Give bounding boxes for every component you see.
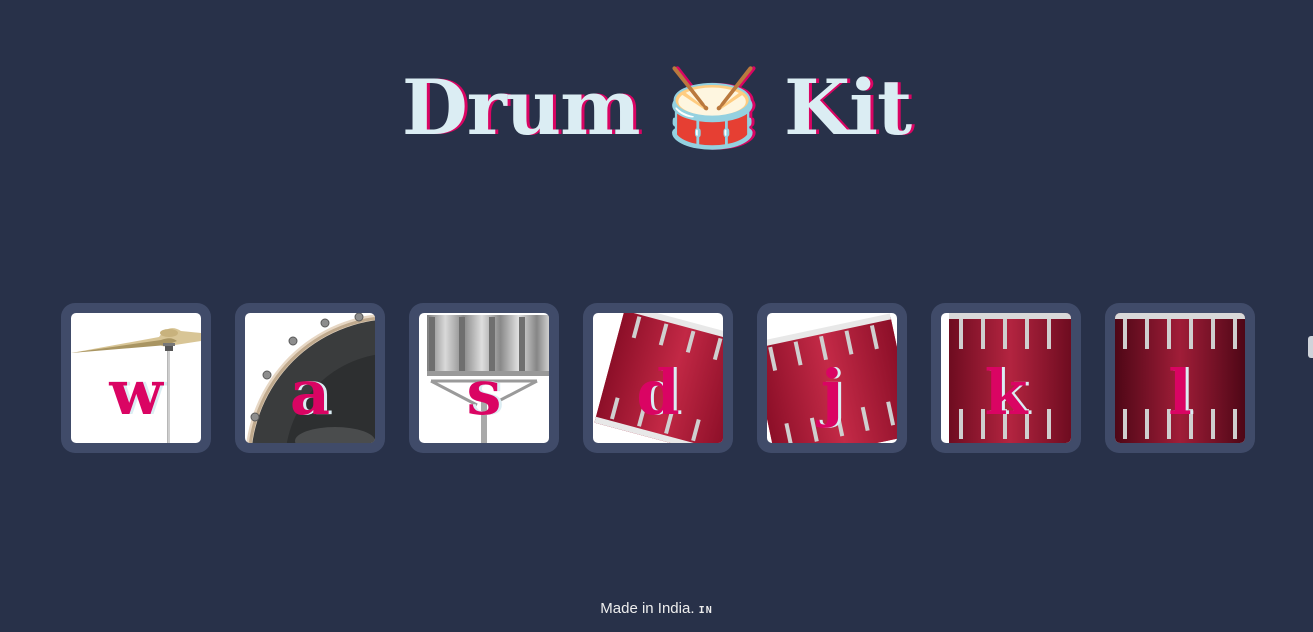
drum-key-k: k (984, 356, 1028, 429)
drum-button-d[interactable]: d (583, 303, 733, 453)
drum-pad-k: k (941, 313, 1071, 443)
india-flag-icon: IN (698, 605, 713, 616)
drum-pad-d: d (593, 313, 723, 443)
page-title: Drum 🥁 Kit (401, 63, 912, 152)
drum-key-l: l (1168, 356, 1192, 429)
drum-button-l[interactable]: l (1105, 303, 1255, 453)
drum-key-j: j (820, 356, 844, 429)
drum-kit-page: Drum 🥁 Kit w a s d j k l Made in India. … (0, 0, 1313, 632)
drum-button-k[interactable]: k (931, 303, 1081, 453)
drum-pad-l: l (1115, 313, 1245, 443)
drum-key-w: w (109, 356, 163, 429)
drum-key-d: d (636, 356, 680, 429)
drum-key-a: a (289, 356, 331, 429)
drum-button-j[interactable]: j (757, 303, 907, 453)
drum-button-a[interactable]: a (235, 303, 385, 453)
drum-button-w[interactable]: w (61, 303, 211, 453)
footer-text: Made in India. (600, 600, 695, 617)
drum-pad-w: w (71, 313, 201, 443)
drum-button-s[interactable]: s (409, 303, 559, 453)
drum-set: w a s d j k l (61, 303, 1261, 453)
drum-pad-a: a (245, 313, 375, 443)
footer: Made in India. IN (0, 598, 1313, 622)
scrollbar-thumb[interactable] (1308, 336, 1313, 358)
drum-key-s: s (466, 356, 502, 429)
drum-pad-j: j (767, 313, 897, 443)
drum-pad-s: s (419, 313, 549, 443)
